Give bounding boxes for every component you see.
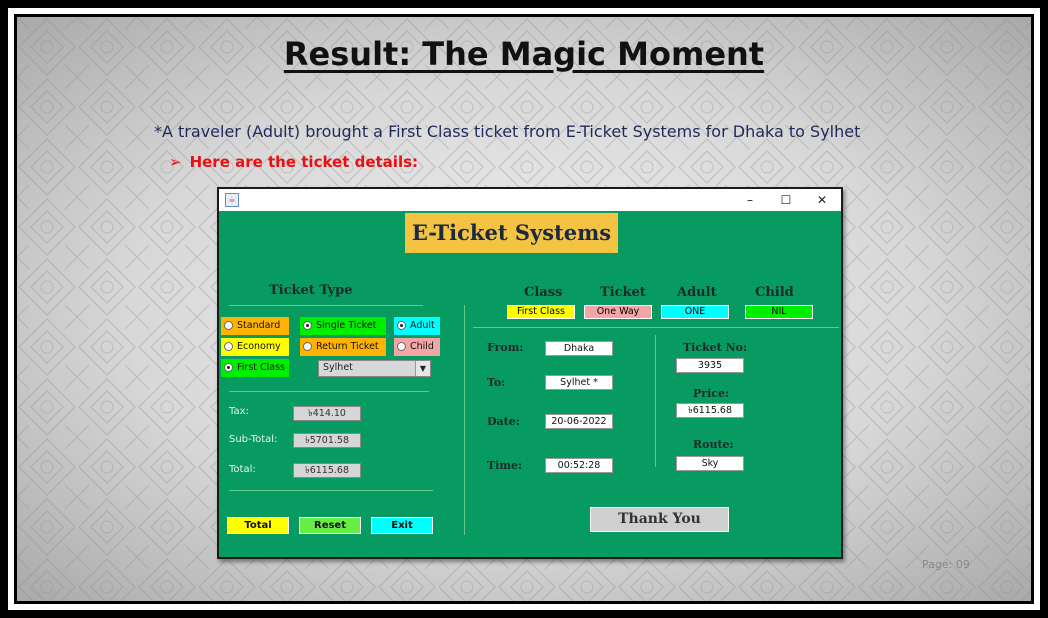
- tax-label: Tax:: [229, 406, 249, 417]
- ticket-type-label: Ticket Type: [269, 283, 353, 298]
- close-button[interactable]: ✕: [807, 191, 837, 209]
- radio-selected-icon: [397, 321, 406, 330]
- subtotal-field[interactable]: ৳5701.58: [293, 433, 361, 448]
- ticket-no-field[interactable]: 3935: [676, 358, 744, 373]
- radio-return-ticket[interactable]: Return Ticket: [300, 338, 386, 356]
- divider: [229, 490, 433, 491]
- slide-subtitle: *A traveler (Adult) brought a First Clas…: [154, 122, 861, 141]
- radio-circle-icon: [224, 321, 233, 330]
- class-header: Class: [524, 285, 563, 300]
- child-value: NIL: [745, 305, 813, 319]
- radio-standard[interactable]: Standard: [221, 317, 289, 335]
- bullet-text: Here are the ticket details:: [189, 153, 419, 171]
- price-label: Price:: [693, 387, 730, 400]
- tax-field[interactable]: ৳414.10: [293, 406, 361, 421]
- date-label: Date:: [487, 415, 520, 428]
- child-header: Child: [755, 285, 794, 300]
- maximize-button[interactable]: ☐: [771, 191, 801, 209]
- adult-value: ONE: [661, 305, 729, 319]
- route-label: Route:: [693, 438, 734, 451]
- minimize-button[interactable]: –: [735, 191, 765, 209]
- app-window: ☕ – ☐ ✕ E-Ticket Systems Ticket Type Sta…: [217, 187, 843, 559]
- radio-single-ticket[interactable]: Single Ticket: [300, 317, 386, 335]
- route-field[interactable]: Sky: [676, 456, 744, 471]
- app-content: E-Ticket Systems Ticket Type Standard Ec…: [219, 211, 841, 557]
- divider: [473, 327, 839, 328]
- date-field[interactable]: 20-06-2022: [545, 414, 613, 429]
- class-value: First Class: [507, 305, 575, 319]
- slide: Result: The Magic Moment *A traveler (Ad…: [17, 17, 1031, 601]
- reset-button[interactable]: Reset: [299, 517, 361, 534]
- java-icon: ☕: [225, 193, 239, 207]
- ticket-value: One Way: [584, 305, 652, 319]
- total-field[interactable]: ৳6115.68: [293, 463, 361, 478]
- slide-frame: Result: The Magic Moment *A traveler (Ad…: [0, 0, 1048, 618]
- exit-button[interactable]: Exit: [371, 517, 433, 534]
- time-label: Time:: [487, 459, 523, 472]
- radio-first-class[interactable]: First Class: [221, 359, 289, 377]
- vertical-divider: [655, 335, 656, 467]
- destination-select-value: Sylhet: [323, 362, 353, 373]
- arrow-bullet-icon: ➢: [169, 153, 182, 171]
- adult-header: Adult: [677, 285, 717, 300]
- slide-border: Result: The Magic Moment *A traveler (Ad…: [8, 8, 1040, 610]
- total-button[interactable]: Total: [227, 517, 289, 534]
- price-field[interactable]: ৳6115.68: [676, 403, 744, 418]
- radio-child[interactable]: Child: [394, 338, 440, 356]
- slide-title: Result: The Magic Moment: [283, 35, 765, 73]
- radio-selected-icon: [303, 321, 312, 330]
- from-label: From:: [487, 341, 524, 354]
- radio-selected-icon: [224, 363, 233, 372]
- radio-circle-icon: [303, 342, 312, 351]
- ticket-header: Ticket: [600, 285, 646, 300]
- chevron-down-icon[interactable]: ▼: [415, 361, 430, 376]
- thank-you-button[interactable]: Thank You: [590, 507, 729, 532]
- time-field[interactable]: 00:52:28: [545, 458, 613, 473]
- page-number: Page: 09: [922, 558, 970, 571]
- destination-select[interactable]: Sylhet ▼: [318, 360, 431, 377]
- radio-adult[interactable]: Adult: [394, 317, 440, 335]
- subtotal-label: Sub-Total:: [229, 434, 278, 445]
- to-label: To:: [487, 376, 506, 389]
- window-titlebar: ☕ – ☐ ✕: [219, 189, 841, 211]
- vertical-divider: [464, 305, 465, 535]
- divider: [229, 391, 429, 392]
- ticket-no-label: Ticket No:: [683, 341, 748, 354]
- bullet-point: ➢ Here are the ticket details:: [169, 153, 418, 171]
- from-field[interactable]: Dhaka: [545, 341, 613, 356]
- radio-circle-icon: [397, 342, 406, 351]
- radio-circle-icon: [224, 342, 233, 351]
- radio-economy[interactable]: Economy: [221, 338, 289, 356]
- to-field[interactable]: Sylhet *: [545, 375, 613, 390]
- divider: [229, 305, 423, 306]
- total-label: Total:: [229, 464, 256, 475]
- slide-border-inner: Result: The Magic Moment *A traveler (Ad…: [14, 14, 1034, 604]
- app-header: E-Ticket Systems: [405, 213, 618, 253]
